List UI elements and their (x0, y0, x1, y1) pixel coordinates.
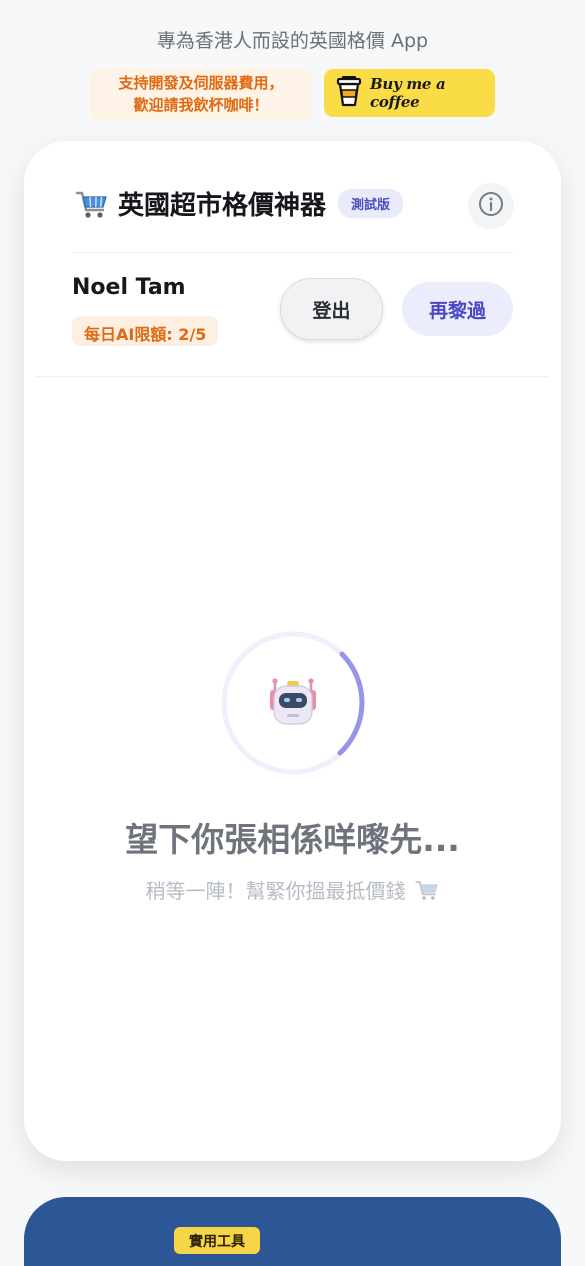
card-header: 英國超市格價神器 測試版 (74, 185, 404, 222)
info-button[interactable] (468, 183, 514, 229)
loading-title: 望下你張相係咩嚟先... (125, 820, 460, 859)
tools-badge: 實用工具 (174, 1227, 260, 1254)
header-divider (72, 252, 513, 253)
tools-section: 實用工具 (24, 1197, 561, 1266)
shopping-cart-icon (74, 186, 110, 222)
user-name: Noel Tam (72, 275, 186, 300)
loading-subtitle-text: 稍等一陣！幫緊你搵最抵價錢 (145, 879, 406, 903)
logout-button[interactable]: 登出 (280, 278, 383, 340)
buy-me-a-coffee-button[interactable]: Buy me a coffee (324, 69, 495, 117)
ai-quota-badge: 每日AI限額: 2/5 (72, 316, 219, 346)
beta-badge: 測試版 (338, 189, 404, 218)
shopping-cart-icon (414, 877, 440, 903)
coffee-cup-icon (336, 75, 362, 111)
support-note: 支持開發及伺服器費用， 歡迎請我飲杯咖啡！ (90, 68, 312, 122)
app-page: 專為香港人而設的英國格價 App 支持開發及伺服器費用， 歡迎請我飲杯咖啡！ B… (0, 0, 585, 1266)
main-card: 英國超市格價神器 測試版 Noel Tam 每日AI限額: 2/5 登出 再黎過 (24, 141, 561, 1161)
support-note-line2: 歡迎請我飲杯咖啡！ (133, 96, 269, 114)
loading-spinner (220, 630, 366, 776)
app-tagline: 專為香港人而設的英國格價 App (156, 30, 429, 52)
coffee-button-label: Buy me a coffee (370, 75, 446, 111)
section-divider (36, 376, 549, 377)
info-icon (478, 191, 504, 221)
retry-button[interactable]: 再黎過 (402, 282, 513, 336)
robot-icon (266, 678, 320, 732)
support-row: 支持開發及伺服器費用， 歡迎請我飲杯咖啡！ Buy me a coffee (0, 68, 585, 122)
loading-subtitle: 稍等一陣！幫緊你搵最抵價錢 (24, 875, 561, 904)
support-note-line1: 支持開發及伺服器費用， (118, 74, 284, 92)
card-title: 英國超市格價神器 (118, 191, 327, 221)
